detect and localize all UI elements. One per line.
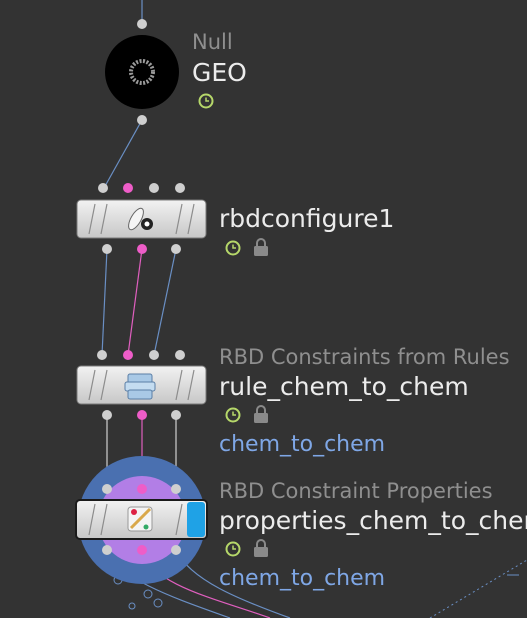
- input-port: [137, 484, 147, 494]
- output-port: [102, 410, 112, 420]
- input-port: [98, 183, 108, 193]
- output-port: [171, 410, 181, 420]
- input-port: [102, 484, 112, 494]
- node-rbdconfigure1[interactable]: [76, 183, 207, 254]
- node-name-label[interactable]: properties_chem_to_chem: [219, 506, 527, 535]
- wire-geo-to-configure: [103, 119, 143, 189]
- lock-icon: [254, 405, 268, 423]
- wire-configure-to-rules-1: [101, 248, 108, 356]
- output-port: [137, 545, 147, 555]
- output-port: [137, 410, 147, 420]
- node-name-label[interactable]: rule_chem_to_chem: [219, 372, 469, 401]
- clock-icon: [225, 541, 241, 557]
- output-port: [171, 545, 181, 555]
- output-port: [102, 545, 112, 555]
- input-port: [97, 350, 107, 360]
- lock-icon: [254, 238, 268, 256]
- output-port: [102, 244, 112, 254]
- input-port: [149, 183, 159, 193]
- output-port: [137, 244, 147, 254]
- group-label: chem_to_chem: [219, 432, 386, 457]
- node-type-label: RBD Constraint Properties: [219, 479, 493, 503]
- lock-icon: [254, 539, 268, 557]
- node-properties-chem-to-chem[interactable]: [75, 456, 208, 584]
- constraint-properties-icon: [127, 506, 153, 532]
- input-port: [137, 19, 147, 29]
- node-name-label[interactable]: GEO: [192, 58, 247, 87]
- node-rule-chem-to-chem[interactable]: [76, 350, 207, 420]
- node-type-label: Null: [192, 30, 233, 54]
- output-port: [171, 244, 181, 254]
- clock-icon: [225, 407, 241, 423]
- input-port: [149, 350, 159, 360]
- clock-icon: [225, 240, 241, 256]
- input-port: [171, 484, 181, 494]
- wire-configure-to-rules-3: [153, 248, 177, 356]
- wire-configure-to-rules-2: [127, 248, 143, 356]
- input-port: [175, 350, 185, 360]
- wire-dotted-offscreen: [429, 559, 527, 618]
- clock-icon: [198, 93, 214, 109]
- display-flag: [187, 502, 205, 537]
- constraint-stack-icon: [124, 373, 156, 400]
- group-label: chem_to_chem: [219, 566, 386, 591]
- node-name-label[interactable]: rbdconfigure1: [219, 204, 394, 233]
- input-port: [175, 183, 185, 193]
- node-type-label: RBD Constraints from Rules: [219, 345, 510, 369]
- node-geo[interactable]: [105, 19, 179, 125]
- input-port: [123, 350, 133, 360]
- input-port: [123, 183, 133, 193]
- output-port: [137, 115, 147, 125]
